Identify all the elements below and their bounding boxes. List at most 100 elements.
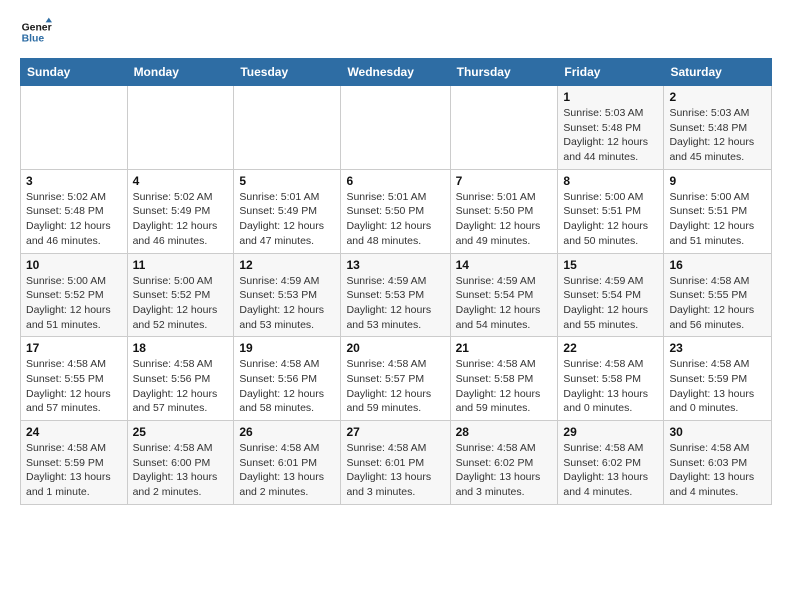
calendar-cell: 16Sunrise: 4:58 AMSunset: 5:55 PMDayligh… [664,253,772,337]
calendar-cell: 8 Sunrise: 5:00 AMSunset: 5:51 PMDaylight… [558,169,664,253]
calendar-cell [341,86,450,170]
day-info: Sunrise: 5:00 AMSunset: 5:52 PMDaylight:… [26,274,122,333]
day-info: Sunrise: 5:02 AMSunset: 5:49 PMDaylight:… [133,190,229,249]
calendar-cell: 26 Sunrise: 4:58 AMSunset: 6:01 PMDayligh… [234,421,341,505]
day-number: 19 [239,341,335,355]
calendar-cell: 13 Sunrise: 4:59 AMSunset: 5:53 PMDayligh… [341,253,450,337]
day-number: 24 [26,425,122,439]
day-info: Sunrise: 4:58 AMSunset: 5:56 PMDaylight:… [239,357,335,416]
day-info: Sunrise: 4:58 AMSunset: 5:59 PMDaylight:… [669,357,766,416]
header-thursday: Thursday [450,59,558,86]
calendar-cell: 3 Sunrise: 5:02 AMSunset: 5:48 PMDaylight… [21,169,128,253]
day-number: 9 [669,174,766,188]
calendar-cell: 4 Sunrise: 5:02 AMSunset: 5:49 PMDaylight… [127,169,234,253]
weekday-header-row: SundayMondayTuesdayWednesdayThursdayFrid… [21,59,772,86]
day-info: Sunrise: 4:58 AMSunset: 6:01 PMDaylight:… [239,441,335,500]
day-number: 29 [563,425,658,439]
day-number: 7 [456,174,553,188]
day-info: Sunrise: 4:59 AMSunset: 5:54 PMDaylight:… [456,274,553,333]
day-number: 28 [456,425,553,439]
calendar-cell: 23 Sunrise: 4:58 AMSunset: 5:59 PMDayligh… [664,337,772,421]
day-number: 6 [346,174,444,188]
page-container: General Blue SundayMondayTuesdayWednesda… [20,16,772,505]
header-friday: Friday [558,59,664,86]
day-info: Sunrise: 5:00 AMSunset: 5:51 PMDaylight:… [669,190,766,249]
day-info: Sunrise: 5:03 AMSunset: 5:48 PMDaylight:… [563,106,658,165]
day-number: 26 [239,425,335,439]
calendar-cell: 10Sunrise: 5:00 AMSunset: 5:52 PMDayligh… [21,253,128,337]
header-monday: Monday [127,59,234,86]
logo-icon: General Blue [20,16,52,48]
day-number: 22 [563,341,658,355]
calendar-cell: 25 Sunrise: 4:58 AMSunset: 6:00 PMDayligh… [127,421,234,505]
calendar-cell: 19 Sunrise: 4:58 AMSunset: 5:56 PMDayligh… [234,337,341,421]
day-info: Sunrise: 4:59 AMSunset: 5:54 PMDaylight:… [563,274,658,333]
calendar-cell: 30Sunrise: 4:58 AMSunset: 6:03 PMDayligh… [664,421,772,505]
calendar-cell: 7 Sunrise: 5:01 AMSunset: 5:50 PMDaylight… [450,169,558,253]
calendar-cell [21,86,128,170]
day-number: 20 [346,341,444,355]
header-tuesday: Tuesday [234,59,341,86]
calendar-cell: 9 Sunrise: 5:00 AMSunset: 5:51 PMDaylight… [664,169,772,253]
day-info: Sunrise: 5:03 AMSunset: 5:48 PMDaylight:… [669,106,766,165]
day-number: 25 [133,425,229,439]
day-info: Sunrise: 4:59 AMSunset: 5:53 PMDaylight:… [239,274,335,333]
week-row-5: 24 Sunrise: 4:58 AMSunset: 5:59 PMDayligh… [21,421,772,505]
day-number: 21 [456,341,553,355]
calendar-cell: 20 Sunrise: 4:58 AMSunset: 5:57 PMDayligh… [341,337,450,421]
calendar-cell: 6 Sunrise: 5:01 AMSunset: 5:50 PMDaylight… [341,169,450,253]
day-info: Sunrise: 4:59 AMSunset: 5:53 PMDaylight:… [346,274,444,333]
svg-text:General: General [22,22,52,33]
calendar-cell: 28 Sunrise: 4:58 AMSunset: 6:02 PMDayligh… [450,421,558,505]
calendar-cell: 29 Sunrise: 4:58 AMSunset: 6:02 PMDayligh… [558,421,664,505]
day-number: 8 [563,174,658,188]
day-info: Sunrise: 4:58 AMSunset: 6:01 PMDaylight:… [346,441,444,500]
week-row-3: 10Sunrise: 5:00 AMSunset: 5:52 PMDayligh… [21,253,772,337]
header-wednesday: Wednesday [341,59,450,86]
calendar-cell [234,86,341,170]
calendar-table: SundayMondayTuesdayWednesdayThursdayFrid… [20,58,772,505]
calendar-cell: 11 Sunrise: 5:00 AMSunset: 5:52 PMDayligh… [127,253,234,337]
day-number: 5 [239,174,335,188]
day-info: Sunrise: 4:58 AMSunset: 6:02 PMDaylight:… [563,441,658,500]
week-row-1: 1 Sunrise: 5:03 AMSunset: 5:48 PMDaylight… [21,86,772,170]
calendar-cell: 21 Sunrise: 4:58 AMSunset: 5:58 PMDayligh… [450,337,558,421]
day-info: Sunrise: 5:02 AMSunset: 5:48 PMDaylight:… [26,190,122,249]
calendar-cell: 24 Sunrise: 4:58 AMSunset: 5:59 PMDayligh… [21,421,128,505]
header-sunday: Sunday [21,59,128,86]
calendar-cell: 27 Sunrise: 4:58 AMSunset: 6:01 PMDayligh… [341,421,450,505]
calendar-cell: 18 Sunrise: 4:58 AMSunset: 5:56 PMDayligh… [127,337,234,421]
day-number: 13 [346,258,444,272]
day-info: Sunrise: 4:58 AMSunset: 5:56 PMDaylight:… [133,357,229,416]
day-info: Sunrise: 5:01 AMSunset: 5:50 PMDaylight:… [346,190,444,249]
day-info: Sunrise: 5:01 AMSunset: 5:50 PMDaylight:… [456,190,553,249]
day-number: 11 [133,258,229,272]
day-number: 4 [133,174,229,188]
logo: General Blue [20,16,52,48]
day-info: Sunrise: 4:58 AMSunset: 5:58 PMDaylight:… [456,357,553,416]
day-number: 27 [346,425,444,439]
day-info: Sunrise: 4:58 AMSunset: 5:59 PMDaylight:… [26,441,122,500]
day-number: 18 [133,341,229,355]
calendar-cell: 12 Sunrise: 4:59 AMSunset: 5:53 PMDayligh… [234,253,341,337]
day-number: 23 [669,341,766,355]
day-info: Sunrise: 5:00 AMSunset: 5:51 PMDaylight:… [563,190,658,249]
day-info: Sunrise: 5:00 AMSunset: 5:52 PMDaylight:… [133,274,229,333]
day-info: Sunrise: 4:58 AMSunset: 5:58 PMDaylight:… [563,357,658,416]
calendar-cell [450,86,558,170]
day-number: 17 [26,341,122,355]
day-number: 15 [563,258,658,272]
day-number: 3 [26,174,122,188]
day-number: 12 [239,258,335,272]
day-info: Sunrise: 4:58 AMSunset: 5:57 PMDaylight:… [346,357,444,416]
week-row-2: 3 Sunrise: 5:02 AMSunset: 5:48 PMDaylight… [21,169,772,253]
day-info: Sunrise: 4:58 AMSunset: 5:55 PMDaylight:… [669,274,766,333]
day-number: 30 [669,425,766,439]
calendar-cell: 17Sunrise: 4:58 AMSunset: 5:55 PMDayligh… [21,337,128,421]
calendar-cell: 15 Sunrise: 4:59 AMSunset: 5:54 PMDayligh… [558,253,664,337]
week-row-4: 17Sunrise: 4:58 AMSunset: 5:55 PMDayligh… [21,337,772,421]
day-info: Sunrise: 4:58 AMSunset: 6:02 PMDaylight:… [456,441,553,500]
day-info: Sunrise: 4:58 AMSunset: 6:00 PMDaylight:… [133,441,229,500]
calendar-cell: 1 Sunrise: 5:03 AMSunset: 5:48 PMDaylight… [558,86,664,170]
day-number: 1 [563,90,658,104]
